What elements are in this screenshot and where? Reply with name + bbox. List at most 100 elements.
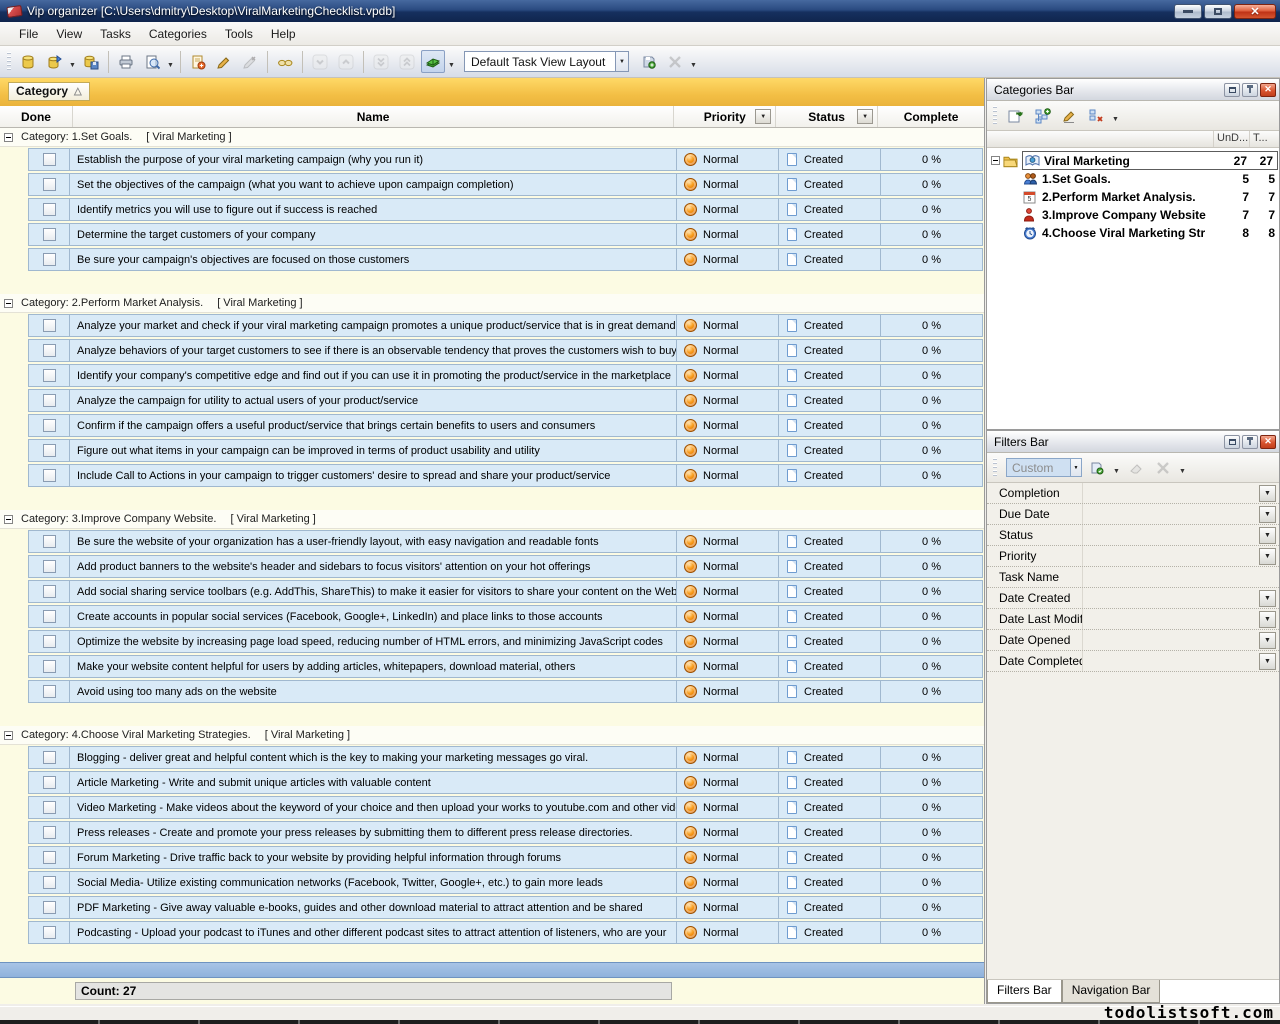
table-row[interactable]: Be sure the website of your organization…: [28, 530, 983, 553]
table-row[interactable]: Optimize the website by increasing page …: [28, 630, 983, 653]
filter-row-value[interactable]: ▼: [1083, 630, 1279, 650]
filter-row-value[interactable]: ▼: [1083, 567, 1279, 587]
complete-cell[interactable]: 0 %: [880, 340, 982, 361]
column-header-done[interactable]: Done: [0, 106, 73, 127]
menu-help[interactable]: Help: [262, 23, 305, 45]
status-cell[interactable]: Created: [778, 556, 880, 577]
done-checkbox[interactable]: [43, 685, 56, 698]
priority-cell[interactable]: Normal: [676, 174, 778, 195]
status-cell[interactable]: Created: [778, 249, 880, 270]
complete-cell[interactable]: 0 %: [880, 149, 982, 170]
status-cell[interactable]: Created: [778, 174, 880, 195]
status-cell[interactable]: Created: [778, 581, 880, 602]
priority-cell[interactable]: Normal: [676, 872, 778, 893]
delete-layout-button[interactable]: [663, 50, 687, 73]
group-by-category-button[interactable]: Category △: [8, 82, 90, 101]
open-database-button[interactable]: [42, 50, 66, 73]
task-name-cell[interactable]: Analyze your market and check if your vi…: [69, 315, 676, 336]
layouts-button[interactable]: [421, 50, 445, 73]
save-layout-button[interactable]: [637, 50, 661, 73]
complete-cell[interactable]: 0 %: [880, 681, 982, 702]
filter-row-value[interactable]: ▼: [1083, 546, 1279, 566]
done-checkbox[interactable]: [43, 610, 56, 623]
new-category-button[interactable]: [1030, 104, 1054, 127]
task-name-cell[interactable]: Social Media- Utilize existing communica…: [69, 872, 676, 893]
done-checkbox[interactable]: [43, 801, 56, 814]
close-button[interactable]: ✕: [1234, 4, 1276, 19]
task-name-cell[interactable]: Include Call to Actions in your campaign…: [69, 465, 676, 486]
task-name-cell[interactable]: Avoid using too many ads on the website: [69, 681, 676, 702]
table-row[interactable]: Establish the purpose of your viral mark…: [28, 148, 983, 171]
status-cell[interactable]: Created: [778, 149, 880, 170]
category-group-header[interactable]: Category: 3.Improve Company Website. [ V…: [0, 510, 984, 529]
tab-filters-bar[interactable]: Filters Bar: [987, 980, 1062, 1003]
status-cell[interactable]: Created: [778, 340, 880, 361]
table-row[interactable]: Confirm if the campaign offers a useful …: [28, 414, 983, 437]
done-checkbox[interactable]: [43, 926, 56, 939]
priority-cell[interactable]: Normal: [676, 772, 778, 793]
menu-tools[interactable]: Tools: [216, 23, 262, 45]
priority-cell[interactable]: Normal: [676, 656, 778, 677]
tree-item-strategies[interactable]: 4.Choose Viral Marketing Str 8 8: [987, 224, 1279, 242]
priority-cell[interactable]: Normal: [676, 315, 778, 336]
filter-dropdown-button[interactable]: ▼: [1259, 611, 1276, 628]
complete-cell[interactable]: 0 %: [880, 656, 982, 677]
filters-bar-pin-button[interactable]: [1242, 435, 1258, 449]
filter-dropdown-button[interactable]: ▼: [1259, 506, 1276, 523]
priority-cell[interactable]: Normal: [676, 556, 778, 577]
priority-cell[interactable]: Normal: [676, 390, 778, 411]
table-row[interactable]: Analyze the campaign for utility to actu…: [28, 389, 983, 412]
done-checkbox[interactable]: [43, 444, 56, 457]
done-checkbox[interactable]: [43, 826, 56, 839]
task-name-cell[interactable]: Article Marketing - Write and submit uni…: [69, 772, 676, 793]
print-button[interactable]: [114, 50, 138, 73]
restore-button[interactable]: [1204, 4, 1232, 19]
tree-item-set-goals[interactable]: 1.Set Goals. 5 5: [987, 170, 1279, 188]
done-checkbox[interactable]: [43, 344, 56, 357]
done-checkbox[interactable]: [43, 419, 56, 432]
status-cell[interactable]: Created: [778, 797, 880, 818]
done-checkbox[interactable]: [43, 253, 56, 266]
done-checkbox[interactable]: [43, 153, 56, 166]
category-group-header[interactable]: Category: 4.Choose Viral Marketing Strat…: [0, 726, 984, 745]
filter-row-value[interactable]: ▼: [1083, 588, 1279, 608]
complete-cell[interactable]: 0 %: [880, 847, 982, 868]
save-database-button[interactable]: [79, 50, 103, 73]
priority-cell[interactable]: Normal: [676, 531, 778, 552]
status-cell[interactable]: Created: [778, 531, 880, 552]
complete-cell[interactable]: 0 %: [880, 531, 982, 552]
task-name-cell[interactable]: Add social sharing service toolbars (e.g…: [69, 581, 676, 602]
done-checkbox[interactable]: [43, 585, 56, 598]
complete-cell[interactable]: 0 %: [880, 224, 982, 245]
move-down-button[interactable]: [308, 50, 332, 73]
layout-combo[interactable]: Default Task View Layout ▼: [464, 51, 629, 72]
task-name-cell[interactable]: Video Marketing - Make videos about the …: [69, 797, 676, 818]
print-preview-button[interactable]: [140, 50, 164, 73]
layout-combo-caret[interactable]: ▼: [615, 52, 628, 71]
categories-bar-pin-button[interactable]: [1242, 83, 1258, 97]
collapse-group-icon[interactable]: [4, 299, 13, 308]
complete-cell[interactable]: 0 %: [880, 747, 982, 768]
filter-row[interactable]: Date Completed ▼: [987, 651, 1279, 672]
complete-cell[interactable]: 0 %: [880, 390, 982, 411]
priority-filter-dropdown[interactable]: ▼: [755, 109, 771, 124]
priority-cell[interactable]: Normal: [676, 224, 778, 245]
categories-toolbar-caret[interactable]: ▼: [1111, 104, 1120, 127]
table-row[interactable]: PDF Marketing - Give away valuable e-boo…: [28, 896, 983, 919]
status-cell[interactable]: Created: [778, 747, 880, 768]
collapse-group-icon[interactable]: [4, 731, 13, 740]
filter-row[interactable]: Completion ▼: [987, 483, 1279, 504]
apply-filter-button[interactable]: [1085, 456, 1109, 479]
done-checkbox[interactable]: [43, 535, 56, 548]
task-name-cell[interactable]: PDF Marketing - Give away valuable e-boo…: [69, 897, 676, 918]
complete-cell[interactable]: 0 %: [880, 199, 982, 220]
table-row[interactable]: Blogging - deliver great and helpful con…: [28, 746, 983, 769]
category-group-header[interactable]: Category: 1.Set Goals. [ Viral Marketing…: [0, 128, 984, 147]
status-cell[interactable]: Created: [778, 606, 880, 627]
done-checkbox[interactable]: [43, 751, 56, 764]
priority-cell[interactable]: Normal: [676, 822, 778, 843]
collapse-group-icon[interactable]: [4, 515, 13, 524]
filter-row-value[interactable]: ▼: [1083, 504, 1279, 524]
priority-cell[interactable]: Normal: [676, 922, 778, 943]
done-checkbox[interactable]: [43, 369, 56, 382]
